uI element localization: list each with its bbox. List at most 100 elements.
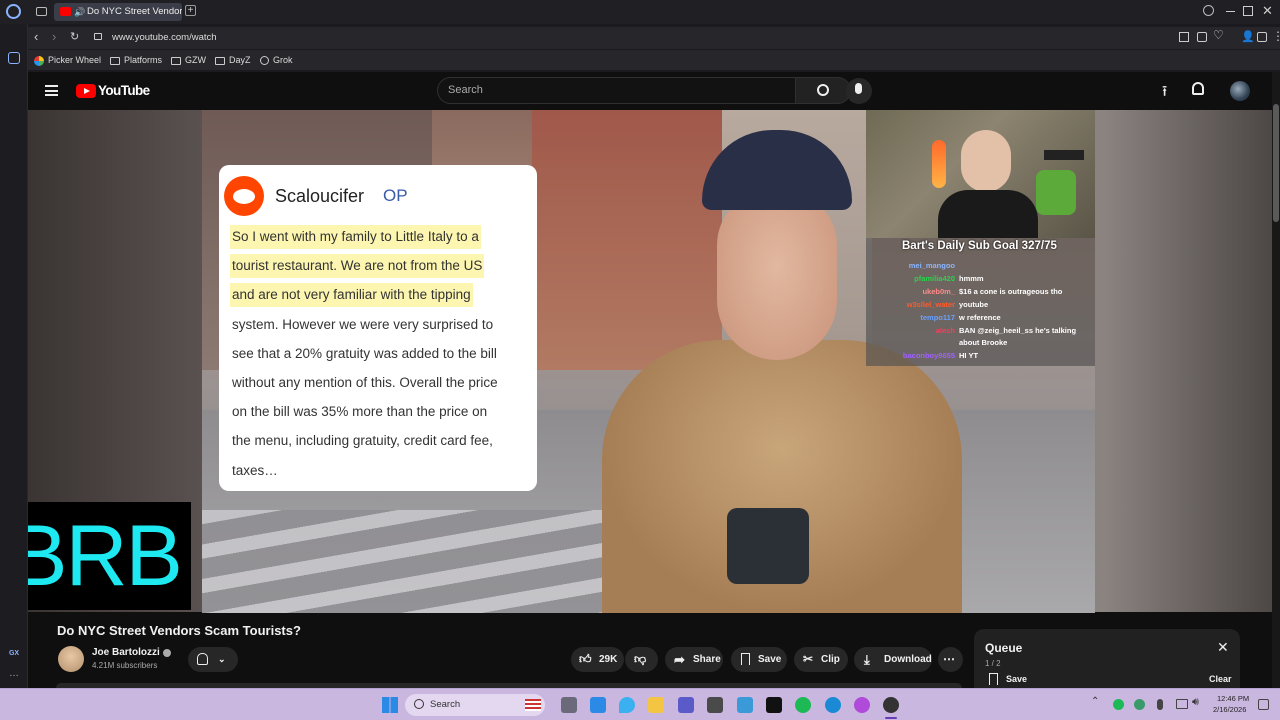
close-queue-icon[interactable]: ✕ — [1217, 639, 1229, 656]
clip-button[interactable]: ✂ Clip — [794, 647, 848, 672]
video-player[interactable]: Scaloucifer OP So I went with my family … — [202, 110, 1095, 613]
reddit-body-line: system. However we were very surprised t… — [232, 316, 494, 332]
clock-time[interactable]: 12:46 PM — [1217, 694, 1249, 703]
dislike-button[interactable]: 👎︎ — [625, 647, 658, 672]
tab-youtube[interactable]: 🔊 Do NYC Street Vendors — [54, 3, 182, 21]
subscribe-notify-button[interactable]: ⌄ — [188, 647, 238, 672]
opera-logo-icon[interactable] — [6, 4, 21, 19]
voice-search-button[interactable] — [846, 78, 872, 104]
tray-app-icon[interactable] — [1113, 699, 1124, 710]
tray-network-icon[interactable] — [1176, 699, 1188, 709]
aria-icon[interactable] — [8, 52, 20, 64]
youtube-play-icon — [76, 84, 96, 98]
figure-shelf — [1036, 170, 1076, 215]
account-avatar[interactable] — [1230, 81, 1250, 101]
subscriber-count: 4.21M subscribers — [92, 661, 158, 670]
spotify-icon[interactable] — [795, 697, 811, 713]
browser-titlebar: 🔊 Do NYC Street Vendors + ✕ — [0, 0, 1280, 24]
taskbar-search-label: Search — [430, 699, 461, 710]
search-icon — [817, 84, 829, 96]
notepad-icon[interactable] — [737, 697, 753, 713]
bookmark-dayz[interactable]: DayZ — [215, 50, 251, 70]
file-explorer-icon[interactable] — [648, 697, 664, 713]
chat-text: HI YT — [959, 351, 979, 360]
upload-icon[interactable]: ⭱ — [1162, 81, 1167, 106]
speaker-icon[interactable]: 🔊 — [74, 3, 85, 21]
url-text[interactable]: www.youtube.com/watch — [112, 32, 217, 43]
queue-save-button[interactable]: Save — [1006, 674, 1027, 684]
save-label: Save — [758, 654, 782, 665]
edge-icon[interactable] — [825, 697, 841, 713]
sidebar-more-icon[interactable]: … — [6, 668, 22, 679]
reddit-body-line: taxes… — [232, 462, 278, 478]
download-button[interactable]: ⤓ Download — [854, 647, 932, 672]
adblock-icon[interactable] — [1197, 32, 1207, 42]
chat-username: baconboy8655 — [902, 351, 955, 360]
bookmark-picker-wheel[interactable]: Picker Wheel — [34, 50, 101, 70]
address-bar: ‹ › ↻ www.youtube.com/watch ♡ 👤 ⋮ — [28, 27, 1280, 49]
taskbar-search[interactable]: Search — [405, 694, 545, 716]
webcam-feed — [866, 110, 1095, 238]
droplet-app-icon[interactable] — [619, 697, 635, 713]
menu-dots-icon[interactable]: ⋮ — [1272, 29, 1280, 43]
reddit-body-line: see that a 20% gratuity was added to the… — [232, 345, 497, 361]
search-button[interactable] — [795, 77, 851, 104]
reload-icon[interactable]: ↻ — [70, 30, 79, 43]
page-scrollbar[interactable] — [1272, 72, 1280, 688]
bookmark-platforms[interactable]: Platforms — [110, 50, 162, 70]
close-window-icon[interactable]: ✕ — [1262, 3, 1273, 19]
windows-start-icon[interactable] — [382, 697, 398, 713]
tray-chevron-icon[interactable]: ⌃ — [1091, 696, 1099, 707]
chevron-down-icon: ⌄ — [218, 654, 226, 664]
capcut-icon[interactable] — [766, 697, 782, 713]
person-face — [717, 190, 837, 360]
bookmark-label: DayZ — [229, 55, 251, 65]
share-label: Share — [693, 654, 721, 665]
search-tabs-icon[interactable] — [1203, 5, 1214, 16]
calculator-icon[interactable] — [678, 697, 694, 713]
youtube-page: YouTube Search ⭱ Scaloucifer OP So I wen… — [28, 72, 1280, 688]
chat-username: mei_mangoo — [908, 261, 955, 270]
back-icon[interactable]: ‹ — [34, 29, 38, 44]
clock-date[interactable]: 2/16/2026 — [1213, 705, 1246, 714]
share-icon: ➦ — [674, 652, 685, 667]
xbox-icon[interactable] — [707, 697, 723, 713]
forward-icon[interactable]: › — [52, 29, 56, 44]
tray-app-icon-2[interactable] — [1134, 699, 1145, 710]
extensions-icon[interactable] — [1257, 32, 1267, 42]
queue-clear-button[interactable]: Clear — [1209, 674, 1232, 684]
tray-mic-icon[interactable] — [1157, 699, 1163, 710]
new-tab-icon[interactable]: + — [185, 5, 196, 16]
search-input[interactable]: Search — [437, 77, 796, 104]
hamburger-menu-icon[interactable] — [45, 85, 58, 96]
gx-badge[interactable]: GX — [4, 650, 24, 657]
opera-gx-taskbar-icon[interactable] — [883, 697, 899, 713]
channel-name[interactable]: Joe Bartolozzi — [92, 647, 160, 658]
share-button[interactable]: ➦ Share — [665, 647, 723, 672]
chat-username: w3sllel_water — [906, 300, 955, 309]
bookmarks-bar: Picker Wheel Platforms GZW DayZ Grok — [28, 50, 1280, 70]
folder-icon — [171, 56, 181, 65]
notifications-bell-icon[interactable] — [1192, 82, 1204, 95]
profile-icon[interactable]: 👤 — [1241, 30, 1255, 43]
chat-username: alesh — [935, 326, 955, 335]
heart-icon[interactable]: ♡ — [1213, 28, 1224, 42]
bookmark-gzw[interactable]: GZW — [171, 50, 206, 70]
restore-icon[interactable] — [1243, 6, 1253, 16]
minimize-icon[interactable] — [1226, 11, 1235, 12]
store-icon[interactable] — [590, 697, 606, 713]
clip-label: Clip — [821, 654, 840, 665]
queue-title: Queue — [985, 641, 1023, 655]
more-actions-button[interactable]: ⋯ — [938, 647, 963, 672]
tray-volume-icon[interactable]: 🔊︎ — [1192, 696, 1199, 709]
notification-center-icon[interactable] — [1258, 699, 1269, 710]
tab-menu-icon[interactable] — [36, 7, 47, 16]
snapshot-icon[interactable] — [1179, 32, 1189, 42]
twitch-app-icon[interactable] — [854, 697, 870, 713]
task-view-icon[interactable] — [561, 697, 577, 713]
save-button[interactable]: Save — [731, 647, 787, 672]
channel-avatar[interactable] — [58, 646, 84, 672]
like-button[interactable]: 👍︎ 29K — [571, 647, 624, 672]
bookmark-grok[interactable]: Grok — [260, 50, 293, 70]
scrollbar-thumb[interactable] — [1273, 104, 1279, 222]
